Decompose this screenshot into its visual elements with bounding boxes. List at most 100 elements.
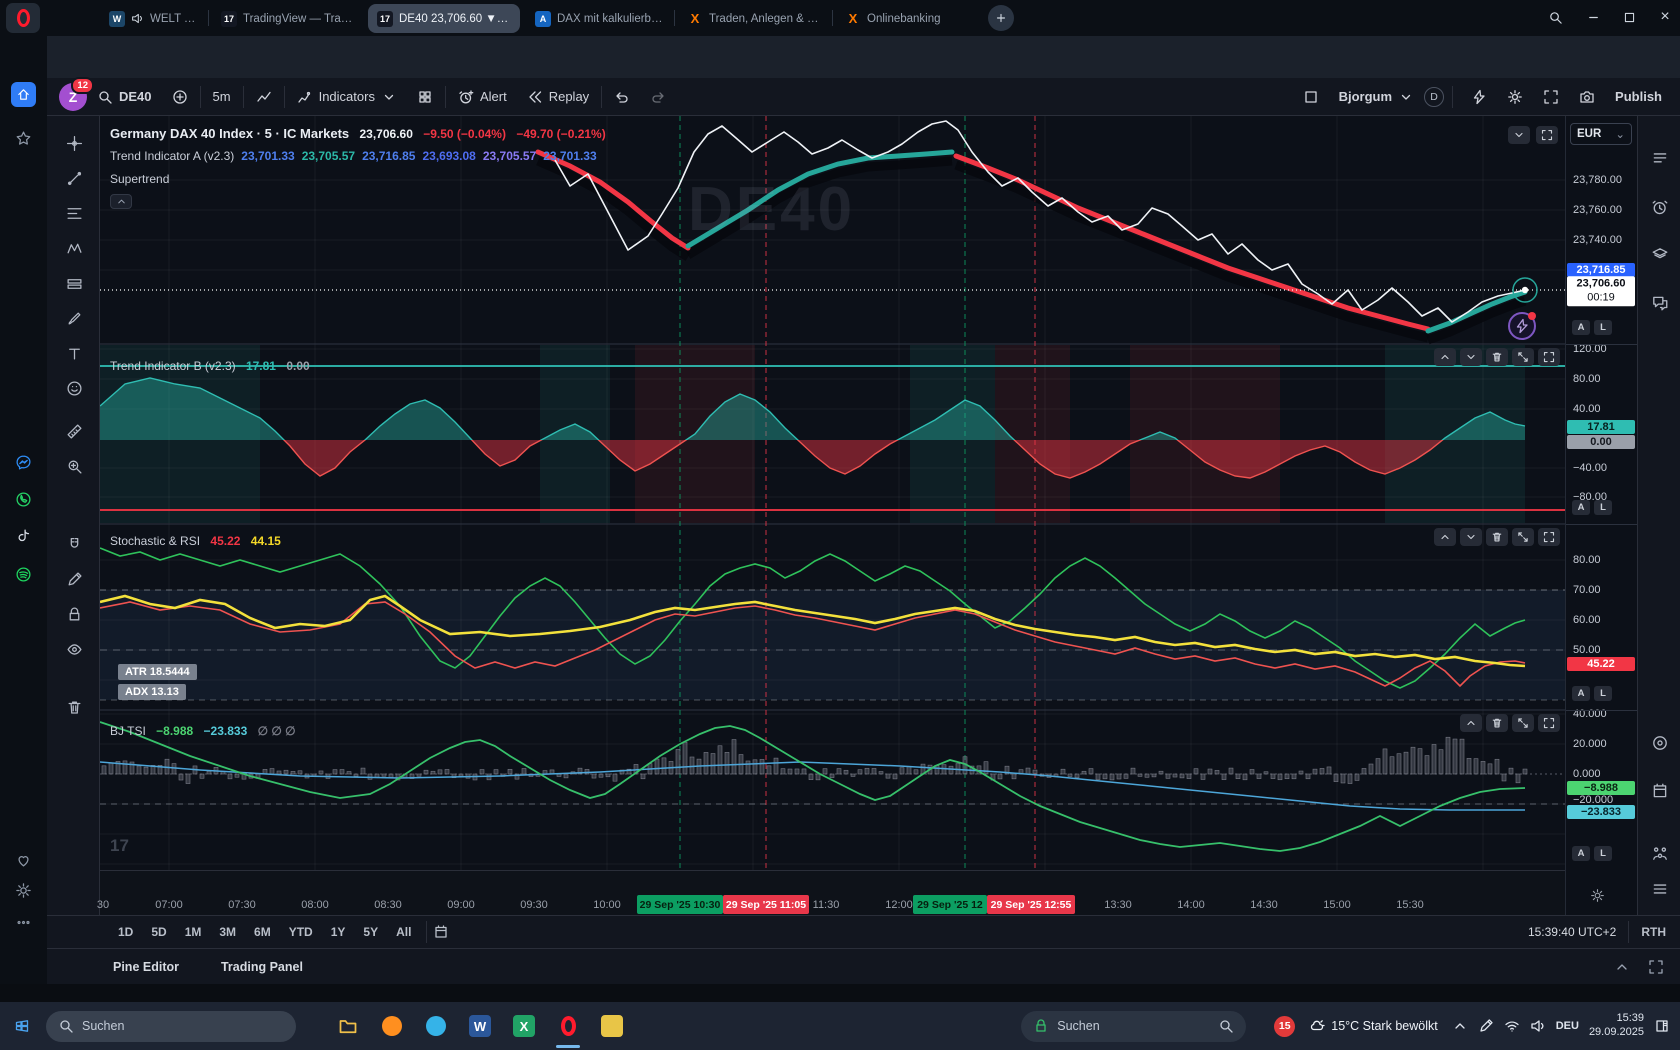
- panel-expand-icon[interactable]: [1648, 959, 1664, 975]
- tab-pine-editor[interactable]: Pine Editor: [113, 960, 179, 974]
- minimize-button[interactable]: [1576, 0, 1610, 34]
- range-1d-button[interactable]: 1D: [109, 921, 142, 943]
- pane-tsi-delete-button[interactable]: [1486, 714, 1508, 732]
- pane-stoch-delete-button[interactable]: [1486, 528, 1508, 546]
- range-5y-button[interactable]: 5Y: [354, 921, 387, 943]
- browser-tab-3[interactable]: 17DE40 23,706.60 ▼ −0.21%: [368, 4, 520, 33]
- tsi-legend[interactable]: BJ TSI −8.988 −23.833 ∅ ∅ ∅: [110, 724, 296, 738]
- start-button[interactable]: [0, 1002, 44, 1050]
- clock-widget[interactable]: 15:39 29.09.2025: [1589, 1012, 1644, 1040]
- panel-collapse-icon[interactable]: [1614, 959, 1630, 975]
- taskbar-app-word[interactable]: W: [458, 1002, 502, 1050]
- pane-stoch-up-button[interactable]: [1434, 528, 1456, 546]
- taskbar-app-firefox[interactable]: [370, 1002, 414, 1050]
- range-all-button[interactable]: All: [387, 921, 420, 943]
- tool-crosshair-icon[interactable]: [61, 130, 87, 156]
- tool-trash-icon[interactable]: [61, 694, 87, 720]
- chart-legend-title[interactable]: Germany DAX 40 Index · 5 · IC Markets 23…: [110, 126, 606, 141]
- symbol-search-button[interactable]: DE40: [87, 83, 162, 111]
- calendar-icon[interactable]: [1647, 778, 1673, 804]
- indicator-b-legend[interactable]: Trend Indicator B (v2.3) 17.81 0.00: [110, 359, 310, 373]
- close-button[interactable]: ×: [1648, 0, 1680, 34]
- range-5d-button[interactable]: 5D: [142, 921, 175, 943]
- range-1m-button[interactable]: 1M: [176, 921, 211, 943]
- auto-scale-button[interactable]: A: [1572, 500, 1590, 515]
- layout-grid-button[interactable]: [407, 83, 443, 111]
- legend-collapse-button[interactable]: [110, 194, 132, 209]
- taskbar-search[interactable]: Suchen: [46, 1011, 296, 1042]
- log-scale-button[interactable]: L: [1594, 320, 1612, 335]
- tool-xabcd-icon[interactable]: [61, 235, 87, 261]
- watchlist-icon[interactable]: [1647, 146, 1673, 172]
- scroll-down-button[interactable]: [1508, 126, 1530, 144]
- tool-fib-icon[interactable]: [61, 200, 87, 226]
- stochastic-legend[interactable]: Stochastic & RSI 45.22 44.15: [110, 534, 281, 548]
- browser-tab-4[interactable]: ADAX mit kalkulierbarem Ri: [526, 4, 672, 33]
- tool-pencil-icon[interactable]: [61, 566, 87, 592]
- tab-trading-panel[interactable]: Trading Panel: [221, 960, 303, 974]
- browser-tab-6[interactable]: XOnlinebanking: [836, 4, 964, 33]
- community-icon[interactable]: [1647, 840, 1673, 866]
- range-ytd-button[interactable]: YTD: [280, 921, 322, 943]
- compare-add-button[interactable]: [162, 83, 198, 111]
- pane-tsi-up-button[interactable]: [1460, 714, 1482, 732]
- browser-tab-1[interactable]: WWELT TV: Live-Stream: [100, 4, 206, 33]
- fullscreen-button[interactable]: [1533, 83, 1569, 111]
- publish-button[interactable]: Publish: [1605, 83, 1672, 111]
- go-to-date-icon[interactable]: [433, 924, 449, 940]
- tab-search-button[interactable]: [1538, 0, 1572, 34]
- range-3m-button[interactable]: 3M: [210, 921, 245, 943]
- indicators-button[interactable]: Indicators: [287, 83, 407, 111]
- layers-icon[interactable]: [1647, 242, 1673, 268]
- pane-b-detach-button[interactable]: [1512, 348, 1534, 366]
- sidebar-whatsapp-icon[interactable]: [11, 487, 36, 512]
- supertrend-legend[interactable]: Supertrend: [110, 172, 169, 186]
- menu-lines-icon[interactable]: [1647, 876, 1673, 902]
- tool-eye-icon[interactable]: [61, 636, 87, 662]
- log-scale-button[interactable]: L: [1594, 846, 1612, 861]
- pane-b-up-button[interactable]: [1434, 348, 1456, 366]
- undo-button[interactable]: [604, 83, 640, 111]
- tool-position-icon[interactable]: [61, 270, 87, 296]
- weather-widget[interactable]: 15°C Stark bewölkt: [1309, 1018, 1437, 1034]
- tool-brush-icon[interactable]: [61, 305, 87, 331]
- tool-trend-icon[interactable]: [61, 165, 87, 191]
- session-label[interactable]: RTH: [1641, 925, 1666, 939]
- ideas-target-icon[interactable]: [1647, 730, 1673, 756]
- pane-stoch-maximize-button[interactable]: [1538, 528, 1560, 546]
- layout-select-button[interactable]: [1293, 83, 1329, 111]
- tool-text-icon[interactable]: [61, 340, 87, 366]
- sidebar-settings-icon[interactable]: [11, 878, 36, 903]
- tool-smiley-icon[interactable]: [61, 375, 87, 401]
- log-scale-button[interactable]: L: [1594, 500, 1612, 515]
- sidebar-home-icon[interactable]: [11, 82, 36, 107]
- network-icon[interactable]: [1504, 1018, 1520, 1034]
- browser-tab-5[interactable]: XTraden, Anlegen & Sparen: [678, 4, 830, 33]
- pane-stoch-detach-button[interactable]: [1512, 528, 1534, 546]
- sidebar-spotify-icon[interactable]: [11, 562, 36, 587]
- log-scale-button[interactable]: L: [1594, 686, 1612, 701]
- pane-b-delete-button[interactable]: [1486, 348, 1508, 366]
- browser-tab-2[interactable]: 17TradingView — Track All M: [212, 4, 362, 33]
- opera-menu-button[interactable]: [6, 3, 40, 33]
- sidebar-more-icon[interactable]: [11, 910, 36, 935]
- tab-audio-icon[interactable]: [131, 12, 144, 25]
- taskbar-app-explorer[interactable]: [326, 1002, 370, 1050]
- chart-type-button[interactable]: [246, 83, 282, 111]
- taskbar-app-edge[interactable]: [414, 1002, 458, 1050]
- chat-icon[interactable]: [1647, 290, 1673, 316]
- widget-search[interactable]: Suchen: [1021, 1011, 1246, 1042]
- pane-tsi-maximize-button[interactable]: [1538, 714, 1560, 732]
- user-badge[interactable]: D: [1424, 87, 1444, 107]
- currency-dropdown[interactable]: EUR⌄: [1570, 123, 1632, 145]
- quick-action-button[interactable]: [1461, 83, 1497, 111]
- pane-stoch-down-button[interactable]: [1460, 528, 1482, 546]
- sidebar-heart-icon[interactable]: [11, 848, 36, 873]
- taskbar-app-opera[interactable]: [546, 1002, 590, 1050]
- tool-ruler-icon[interactable]: [61, 418, 87, 444]
- tool-lock-icon[interactable]: [61, 601, 87, 627]
- sidebar-tiktok-icon[interactable]: [11, 524, 36, 549]
- pane-b-down-button[interactable]: [1460, 348, 1482, 366]
- chart-settings-button[interactable]: [1497, 83, 1533, 111]
- range-6m-button[interactable]: 6M: [245, 921, 280, 943]
